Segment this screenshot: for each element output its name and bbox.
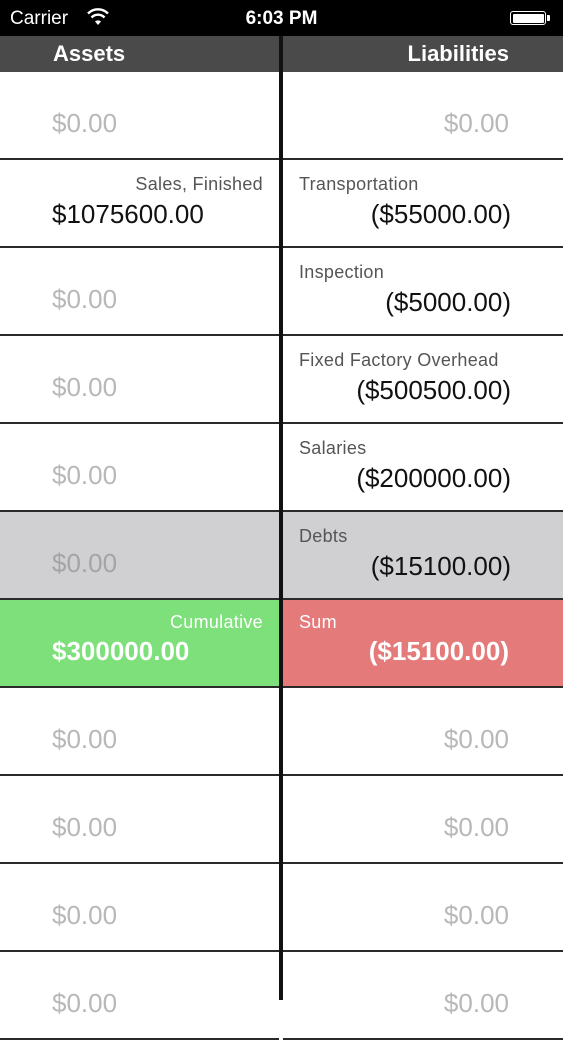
liability-label: Salaries bbox=[299, 438, 367, 458]
asset-cell[interactable]: $0.00 bbox=[0, 864, 279, 952]
liability-cell[interactable]: Transportation ($55000.00) bbox=[283, 160, 563, 248]
liability-cell[interactable]: $0.00 bbox=[283, 72, 563, 160]
asset-cell[interactable]: $0.00 bbox=[0, 688, 279, 776]
liability-value: ($200000.00) bbox=[356, 463, 511, 493]
asset-value: $0.00 bbox=[52, 988, 118, 1018]
asset-value: $0.00 bbox=[52, 460, 118, 490]
asset-cell[interactable]: $0.00 bbox=[0, 424, 279, 512]
asset-cell[interactable]: $0.00 bbox=[0, 336, 279, 424]
liability-label: Transportation bbox=[299, 174, 419, 194]
liability-cell[interactable]: $0.00 bbox=[283, 864, 563, 952]
asset-value: $0.00 bbox=[52, 108, 118, 138]
liability-cell[interactable]: $0.00 bbox=[283, 776, 563, 864]
asset-cell[interactable]: $0.00 bbox=[0, 512, 279, 600]
battery-tip bbox=[547, 15, 550, 21]
liability-value: ($5000.00) bbox=[385, 287, 511, 317]
liabilities-header: Liabilities bbox=[407, 41, 509, 66]
liability-value: $0.00 bbox=[443, 724, 509, 754]
column-divider bbox=[279, 72, 283, 1000]
liability-value: ($15100.00) bbox=[370, 551, 511, 581]
cumulative-cell[interactable]: Cumulative $300000.00 bbox=[0, 600, 279, 688]
liability-value: $0.00 bbox=[443, 812, 509, 842]
liability-value: $0.00 bbox=[443, 900, 509, 930]
column-header: Assets Liabilities bbox=[0, 36, 563, 72]
liability-cell[interactable]: $0.00 bbox=[283, 952, 563, 1040]
asset-value: $0.00 bbox=[52, 812, 118, 842]
battery-icon bbox=[510, 11, 546, 25]
asset-cell[interactable]: $0.00 bbox=[0, 72, 279, 160]
liability-cell[interactable]: Inspection ($5000.00) bbox=[283, 248, 563, 336]
asset-cell[interactable]: Sales, Finished $1075600.00 bbox=[0, 160, 279, 248]
liability-cell[interactable]: Fixed Factory Overhead ($500500.00) bbox=[283, 336, 563, 424]
sum-cell[interactable]: Sum ($15100.00) bbox=[283, 600, 563, 688]
liability-cell[interactable]: Debts ($15100.00) bbox=[283, 512, 563, 600]
header-divider bbox=[279, 36, 283, 72]
asset-value: $1075600.00 bbox=[52, 199, 204, 229]
liability-label: Fixed Factory Overhead bbox=[299, 350, 499, 370]
status-time: 6:03 PM bbox=[245, 8, 318, 29]
liability-cell[interactable]: Salaries ($200000.00) bbox=[283, 424, 563, 512]
asset-value: $0.00 bbox=[52, 724, 118, 754]
liability-label: Debts bbox=[299, 526, 348, 546]
liability-value: ($500500.00) bbox=[356, 375, 511, 405]
asset-value: $0.00 bbox=[52, 548, 118, 578]
asset-cell[interactable]: $0.00 bbox=[0, 776, 279, 864]
assets-header: Assets bbox=[53, 41, 126, 66]
sum-value: ($15100.00) bbox=[368, 636, 509, 666]
liability-label: Inspection bbox=[299, 262, 385, 282]
asset-value: $0.00 bbox=[52, 900, 118, 930]
liability-cell[interactable]: $0.00 bbox=[283, 688, 563, 776]
asset-cell[interactable]: $0.00 bbox=[0, 248, 279, 336]
cumulative-label: Cumulative bbox=[169, 612, 263, 632]
status-bar: Carrier 6:03 PM bbox=[0, 0, 563, 36]
liability-value: ($55000.00) bbox=[370, 199, 511, 229]
liability-value: $0.00 bbox=[443, 988, 509, 1018]
asset-cell[interactable]: $0.00 bbox=[0, 952, 279, 1040]
asset-value: $0.00 bbox=[52, 284, 118, 314]
sum-label: Sum bbox=[299, 612, 337, 632]
asset-label: Sales, Finished bbox=[135, 174, 263, 194]
liability-value: $0.00 bbox=[443, 108, 509, 138]
asset-value: $0.00 bbox=[52, 372, 118, 402]
cumulative-value: $300000.00 bbox=[52, 636, 190, 666]
